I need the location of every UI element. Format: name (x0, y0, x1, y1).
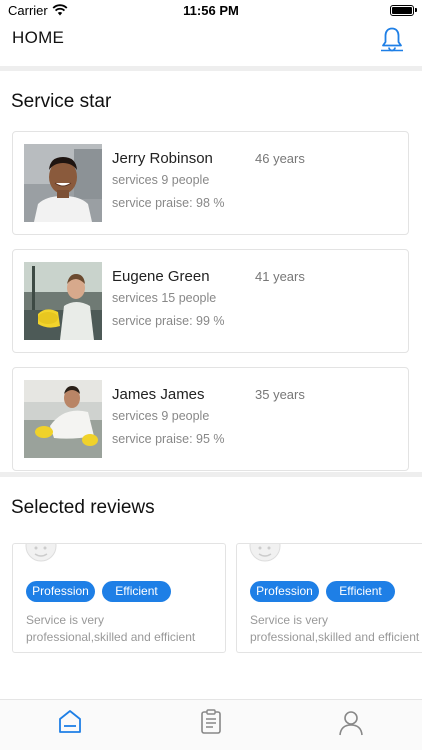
staff-photo (24, 262, 102, 340)
staff-served-count: services 9 people (112, 409, 210, 423)
staff-age: 41 years (255, 269, 305, 284)
staff-photo (24, 144, 102, 222)
review-text-line: Service is very (26, 613, 105, 627)
staff-age: 35 years (255, 387, 305, 402)
service-star-title: Service star (11, 91, 112, 112)
tab-bar (0, 699, 422, 750)
staff-praise-rate: service praise: 98 % (112, 196, 225, 210)
service-star-card[interactable]: Eugene Green 41 years services 15 people… (12, 249, 409, 353)
review-card[interactable]: Profession Efficient Service is very pro… (236, 543, 422, 653)
review-tag: Profession (26, 581, 95, 602)
review-tags: Profession Efficient (250, 581, 395, 602)
user-icon[interactable] (337, 708, 365, 736)
staff-name: Jerry Robinson (112, 150, 213, 167)
review-text-line: professional,skilled and efficient (250, 630, 420, 644)
review-text-line: Service is very (250, 613, 329, 627)
clock-time: 11:56 PM (183, 3, 239, 18)
nav-bar: HOME (0, 22, 422, 66)
clipboard-icon[interactable] (197, 708, 225, 736)
staff-served-count: services 15 people (112, 291, 217, 305)
battery-icon (390, 5, 417, 16)
review-tag: Efficient (102, 581, 171, 602)
section-divider (0, 472, 422, 477)
staff-praise-rate: service praise: 95 % (112, 432, 225, 446)
review-tag: Profession (250, 581, 319, 602)
staff-name: Eugene Green (112, 268, 210, 285)
staff-praise-rate: service praise: 99 % (112, 314, 225, 328)
review-card[interactable]: Profession Efficient Service is very pro… (12, 543, 226, 653)
staff-name: James James (112, 386, 205, 403)
review-text: Service is very professional,skilled and… (26, 612, 211, 646)
page-title: HOME (12, 28, 65, 47)
service-star-card[interactable]: Jerry Robinson 46 years services 9 peopl… (12, 131, 409, 235)
staff-photo (24, 380, 102, 458)
section-divider (0, 66, 422, 71)
service-star-card[interactable]: James James 35 years services 9 people s… (12, 367, 409, 471)
status-bar: Carrier 11:56 PM (0, 0, 422, 22)
selected-reviews-title: Selected reviews (11, 497, 155, 518)
review-text-line: professional,skilled and efficient (26, 630, 196, 644)
review-tag: Efficient (326, 581, 395, 602)
staff-age: 46 years (255, 151, 305, 166)
reviewer-avatar (25, 544, 57, 562)
reviewer-avatar (249, 544, 281, 562)
staff-served-count: services 9 people (112, 173, 210, 187)
home-icon[interactable] (56, 708, 84, 736)
bell-icon[interactable] (380, 26, 404, 57)
review-tags: Profession Efficient (26, 581, 171, 602)
review-text: Service is very professional,skilled and… (250, 612, 422, 646)
